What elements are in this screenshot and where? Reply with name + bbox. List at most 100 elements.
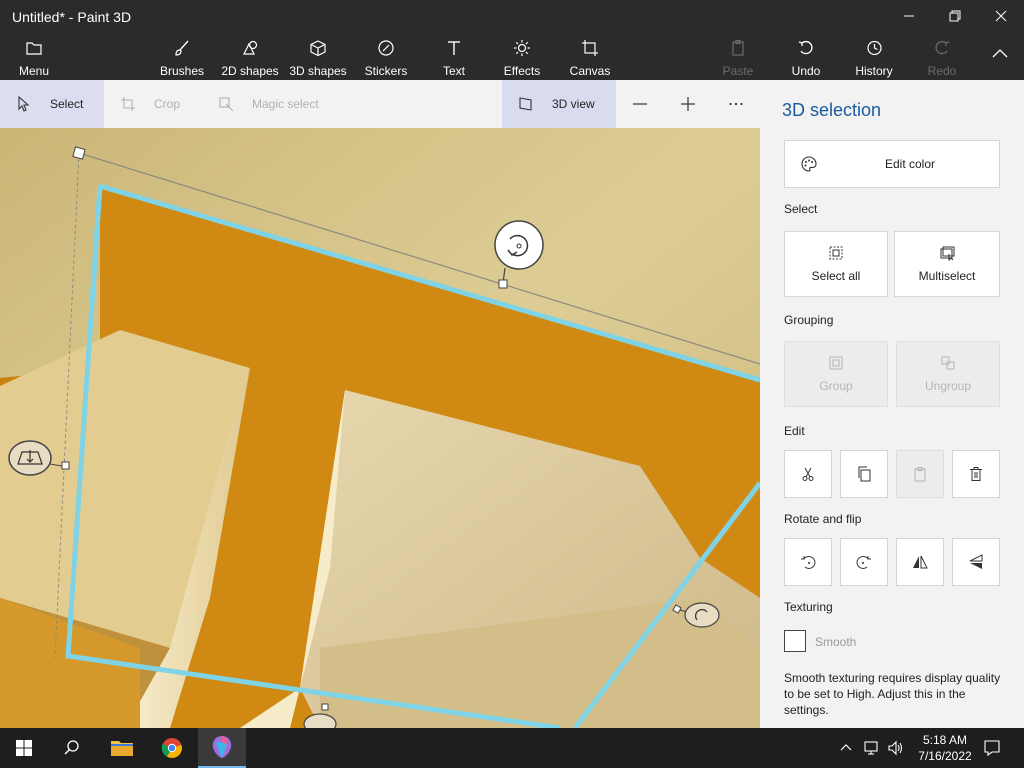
- edit-color-button[interactable]: Edit color: [784, 140, 1000, 188]
- stickers-button[interactable]: Stickers: [362, 32, 410, 80]
- 3d-view-label: 3D view: [552, 97, 595, 111]
- ungroup-label: Ungroup: [924, 379, 972, 393]
- minimize-button[interactable]: [886, 0, 932, 32]
- panel-title: 3D selection: [782, 100, 882, 120]
- select-all-icon: [829, 246, 843, 260]
- flip-vertical-icon: [969, 554, 983, 569]
- flip-horizontal-icon: [913, 555, 928, 569]
- paste-icon: [729, 36, 747, 60]
- crop-label: Crop: [154, 97, 181, 111]
- zoom-out-button[interactable]: [620, 80, 660, 128]
- select-label: Select: [50, 97, 84, 111]
- rotate-left-button[interactable]: [784, 538, 832, 586]
- 3d-view-icon: [519, 97, 532, 111]
- copy-button[interactable]: [840, 450, 888, 498]
- search-button[interactable]: [48, 728, 96, 768]
- show-hidden-icons-button[interactable]: [834, 728, 858, 768]
- group-label: Group: [819, 379, 853, 393]
- group-icon: [829, 356, 843, 370]
- copy-icon: [858, 466, 871, 482]
- action-center-button[interactable]: [980, 728, 1004, 768]
- canvas-button[interactable]: Canvas: [566, 32, 614, 80]
- title-bar: Untitled* - Paint 3D: [0, 0, 1024, 32]
- select-tool-button[interactable]: Select: [0, 80, 104, 128]
- palette-icon: [801, 156, 817, 172]
- window-title: Untitled* - Paint 3D: [12, 9, 132, 25]
- flip-horizontal-button[interactable]: [896, 538, 944, 586]
- chrome-button[interactable]: [148, 728, 196, 768]
- taskbar-clock[interactable]: 5:18 AM 7/16/2022: [910, 732, 980, 764]
- text-icon: [445, 36, 463, 60]
- edit-heading: Edit: [784, 424, 805, 438]
- brush-icon: [173, 36, 191, 60]
- rotate-left-icon: [801, 555, 816, 569]
- smooth-checkbox[interactable]: [784, 630, 806, 652]
- restore-button[interactable]: [932, 0, 978, 32]
- delete-button[interactable]: [952, 450, 1000, 498]
- zoom-in-button[interactable]: [668, 80, 708, 128]
- menu-label: Menu: [18, 64, 50, 78]
- close-button[interactable]: [978, 0, 1024, 32]
- trash-icon: [970, 467, 982, 481]
- 3d-scene[interactable]: [0, 128, 760, 728]
- undo-label: Undo: [791, 64, 821, 78]
- canvas-icon: [581, 36, 599, 60]
- crop-icon: [121, 97, 135, 111]
- undo-button[interactable]: Undo: [784, 32, 828, 80]
- shapes-2d-label: 2D shapes: [221, 64, 279, 78]
- multiselect-label: Multiselect: [918, 269, 976, 283]
- redo-icon: [933, 36, 951, 60]
- select-heading: Select: [784, 202, 818, 216]
- windows-logo-icon: [16, 740, 32, 756]
- collapse-ribbon-button[interactable]: [984, 32, 1016, 80]
- 3d-view-button[interactable]: 3D view: [502, 80, 616, 128]
- clock-date: 7/16/2022: [918, 749, 972, 763]
- paste-button[interactable]: Paste: [716, 32, 760, 80]
- cut-button[interactable]: [784, 450, 832, 498]
- sun-icon: [513, 36, 531, 60]
- redo-button[interactable]: Redo: [920, 32, 964, 80]
- history-button[interactable]: History: [852, 32, 896, 80]
- search-icon: [64, 740, 79, 755]
- select-all-label: Select all: [811, 269, 861, 283]
- shapes-2d-button[interactable]: 2D shapes: [220, 32, 280, 80]
- network-button[interactable]: [860, 728, 884, 768]
- magic-select-label: Magic select: [252, 97, 319, 111]
- more-options-button[interactable]: [716, 80, 756, 128]
- shapes-2d-icon: [241, 36, 259, 60]
- shapes-3d-button[interactable]: 3D shapes: [288, 32, 348, 80]
- magic-select-button[interactable]: Magic select: [218, 80, 338, 128]
- paint3d-taskbar-button[interactable]: [198, 728, 246, 768]
- clock-time: 5:18 AM: [922, 733, 968, 747]
- text-button[interactable]: Text: [432, 32, 476, 80]
- history-icon: [865, 36, 883, 60]
- group-button[interactable]: Group: [784, 341, 888, 407]
- ribbon: Menu Brushes 2D shapes 3D shapes Sticker…: [0, 32, 1024, 80]
- brushes-label: Brushes: [159, 64, 205, 78]
- start-button[interactable]: [0, 728, 48, 768]
- select-all-button[interactable]: Select all: [784, 231, 888, 297]
- rotate-right-button[interactable]: [840, 538, 888, 586]
- paint3d-icon: [212, 736, 232, 758]
- stickers-label: Stickers: [364, 64, 408, 78]
- minus-icon: [633, 103, 647, 105]
- network-icon: [864, 741, 878, 755]
- sticker-icon: [377, 36, 395, 60]
- corner-handle[interactable]: [72, 146, 86, 160]
- flip-vertical-button[interactable]: [952, 538, 1000, 586]
- grouping-heading: Grouping: [784, 313, 834, 327]
- paste-panel-button[interactable]: [896, 450, 944, 498]
- canvas-area[interactable]: [0, 128, 760, 728]
- chevron-up-icon: [840, 744, 852, 751]
- multiselect-button[interactable]: Multiselect: [894, 231, 1000, 297]
- ungroup-button[interactable]: Ungroup: [896, 341, 1000, 407]
- volume-button[interactable]: [884, 728, 908, 768]
- menu-button[interactable]: Menu: [14, 32, 54, 80]
- minimize-icon: [904, 15, 914, 17]
- brushes-button[interactable]: Brushes: [158, 32, 206, 80]
- effects-button[interactable]: Effects: [500, 32, 544, 80]
- history-label: History: [855, 64, 893, 78]
- crop-tool-button[interactable]: Crop: [120, 80, 200, 128]
- file-explorer-button[interactable]: [98, 728, 146, 768]
- magic-select-icon: [219, 97, 234, 112]
